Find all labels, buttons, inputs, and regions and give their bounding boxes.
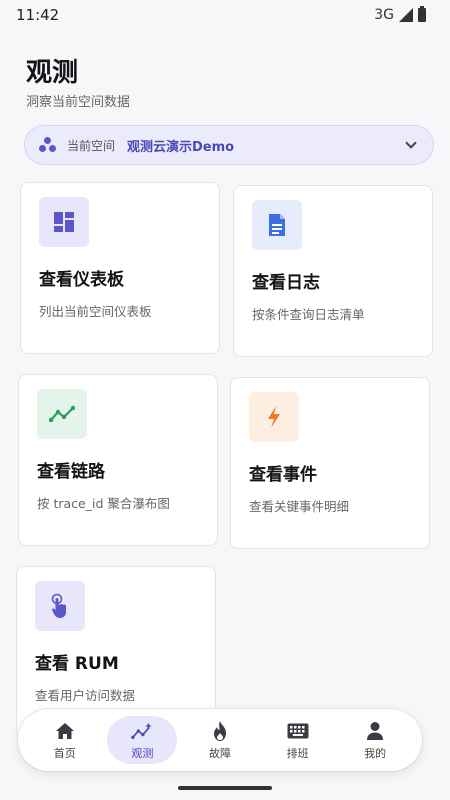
nav-label: 故障	[208, 746, 231, 760]
network-type: 3G	[374, 7, 394, 23]
document-icon	[252, 200, 302, 250]
dashboard-icon	[39, 197, 89, 247]
card-title: 查看日志	[252, 273, 320, 293]
chevron-down-icon	[405, 137, 417, 149]
card-title: 查看 RUM	[35, 654, 119, 674]
page-subtitle: 洞察当前空间数据	[26, 95, 131, 110]
nav-item-profile[interactable]: 我的	[340, 716, 410, 764]
nav-label: 观测	[131, 746, 154, 760]
card-events[interactable]: 查看事件 查看关键事件明细	[230, 377, 430, 549]
home-icon	[54, 720, 76, 742]
nav-label: 排班	[286, 746, 309, 760]
lightning-icon	[249, 392, 299, 442]
card-title: 查看事件	[249, 465, 317, 485]
touch-icon	[35, 581, 85, 631]
card-description: 查看关键事件明细	[249, 499, 350, 514]
status-indicators: 3G	[374, 6, 426, 23]
card-description: 按 trace_id 聚合瀑布图	[37, 496, 170, 511]
card-description: 查看用户访问数据	[35, 688, 136, 703]
card-trace[interactable]: 查看链路 按 trace_id 聚合瀑布图	[18, 374, 218, 546]
nav-label: 首页	[53, 746, 76, 760]
sparkline-icon	[131, 720, 153, 742]
battery-icon	[418, 6, 426, 22]
nav-item-schedule[interactable]: 排班	[263, 716, 333, 764]
card-description: 按条件查询日志清单	[252, 307, 365, 322]
nav-item-home[interactable]: 首页	[30, 716, 100, 764]
workspace-icon	[39, 136, 57, 154]
card-logs[interactable]: 查看日志 按条件查询日志清单	[233, 185, 433, 357]
fire-icon	[209, 720, 231, 742]
nav-item-incidents[interactable]: 故障	[185, 716, 255, 764]
bottom-navigation: 首页 观测 故障 排班 我的	[18, 709, 422, 771]
signal-icon	[399, 8, 413, 22]
status-time: 11:42	[16, 6, 60, 24]
keyboard-icon	[287, 720, 309, 742]
nav-item-observe[interactable]: 观测	[107, 716, 178, 764]
person-icon	[364, 720, 386, 742]
trace-icon	[37, 389, 87, 439]
home-indicator[interactable]	[178, 786, 272, 790]
card-dashboard[interactable]: 查看仪表板 列出当前空间仪表板	[20, 182, 220, 354]
page-title: 观测	[26, 58, 79, 88]
space-value: 观测云演示Demo	[127, 139, 235, 155]
nav-label: 我的	[364, 746, 387, 760]
card-title: 查看仪表板	[39, 270, 124, 290]
status-bar: 11:42 3G	[0, 0, 450, 30]
space-selector[interactable]: 当前空间 观测云演示Demo	[24, 125, 434, 165]
card-title: 查看链路	[37, 462, 105, 482]
space-label: 当前空间	[67, 138, 116, 153]
card-description: 列出当前空间仪表板	[39, 304, 152, 319]
